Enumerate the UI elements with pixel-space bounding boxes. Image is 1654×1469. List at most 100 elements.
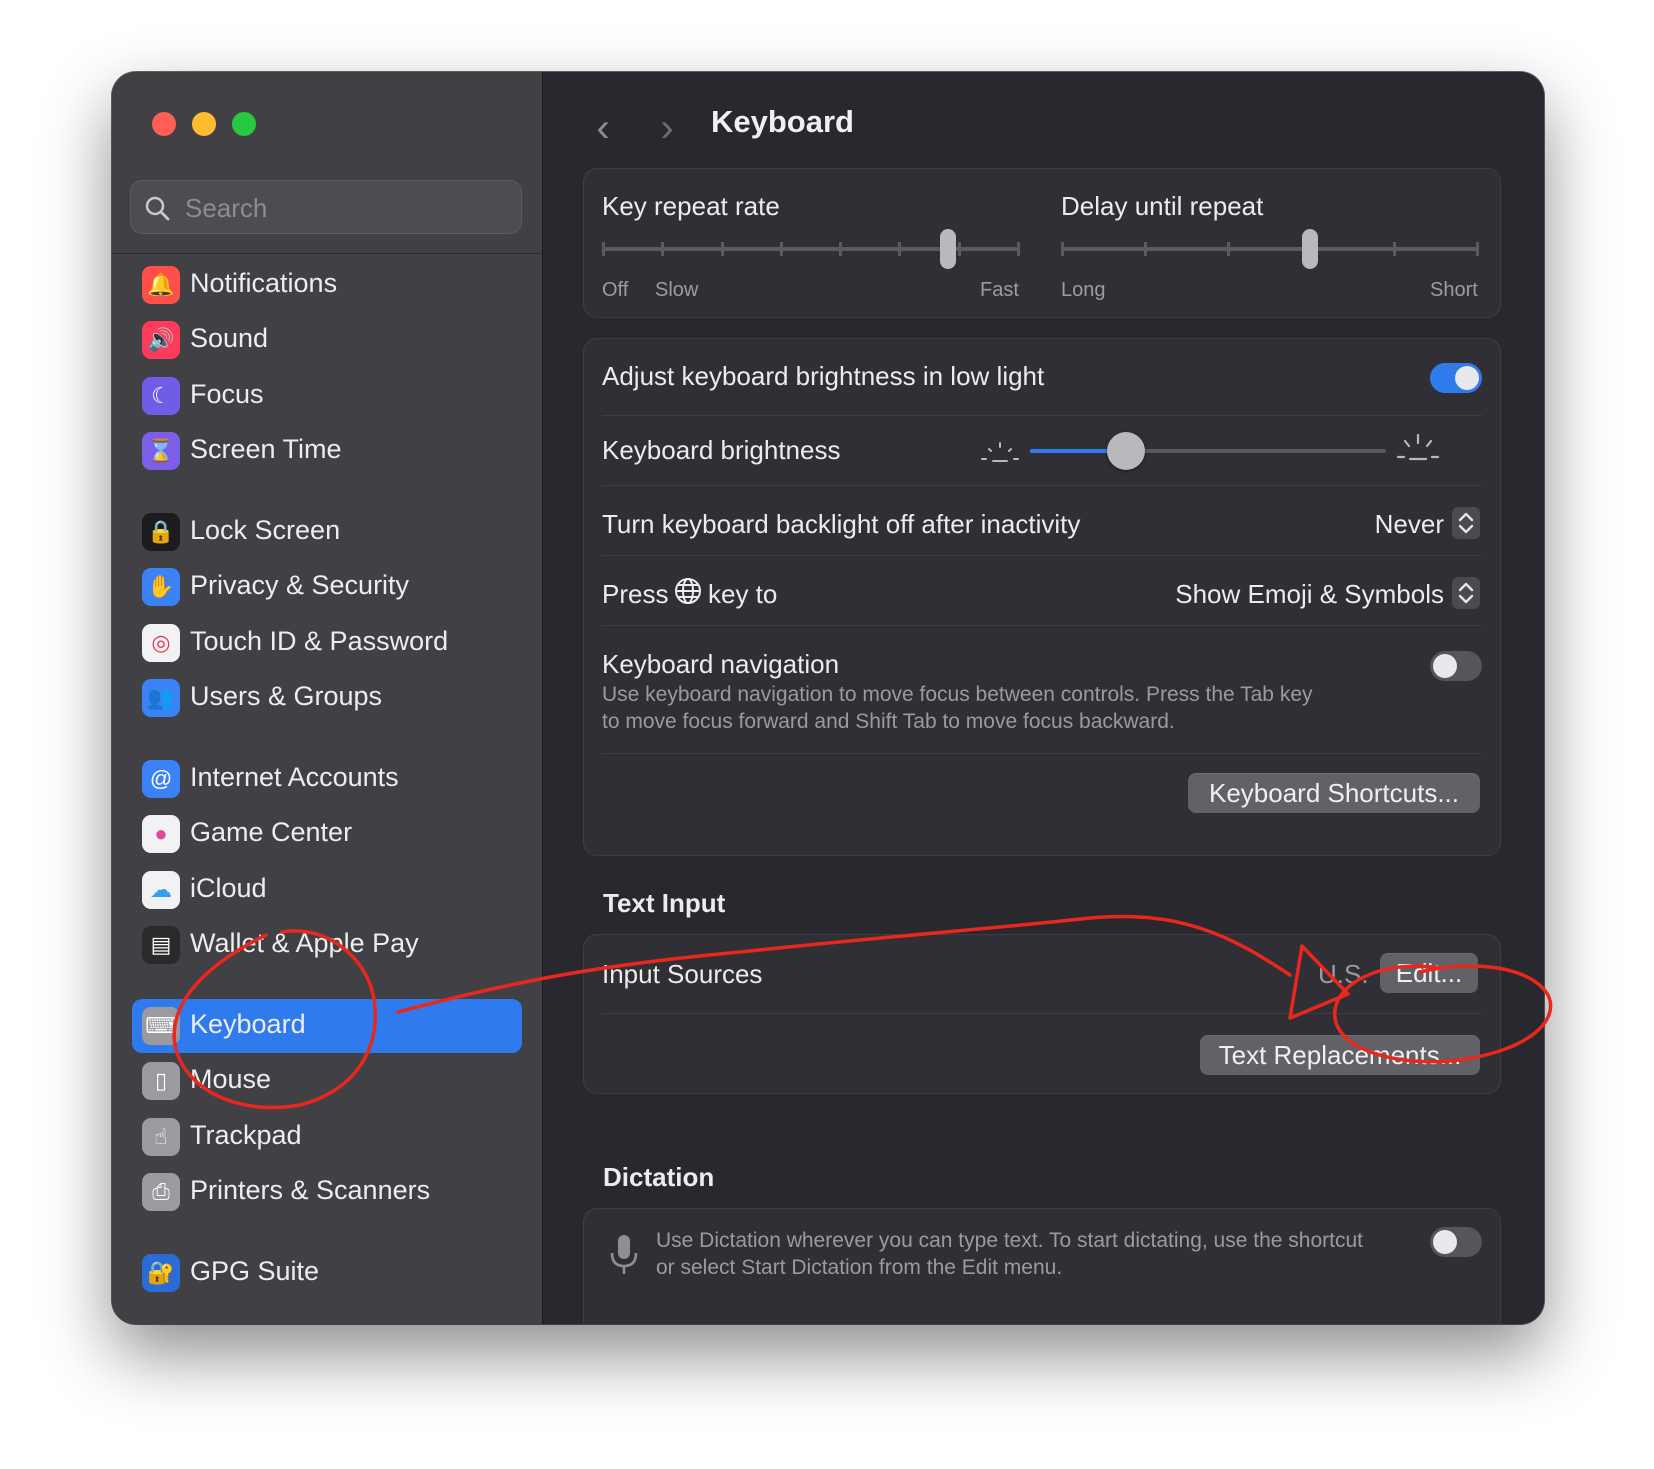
game-center-icon: ● <box>142 815 180 853</box>
press-globe-label-start: Press <box>602 579 669 609</box>
slider-thumb[interactable] <box>939 229 956 269</box>
sidebar-item-printers-scanners[interactable]: ⎙ Printers & Scanners <box>132 1165 522 1219</box>
sidebar-item-label: Sound <box>190 323 269 353</box>
keyboard-navigation-toggle[interactable] <box>1430 651 1482 681</box>
close-window-button[interactable] <box>152 112 176 136</box>
sidebar-item-lock-screen[interactable]: 🔒 Lock Screen <box>132 505 522 559</box>
row-divider <box>602 485 1482 486</box>
users-icon: 👥 <box>142 679 180 717</box>
dictation-toggle[interactable] <box>1430 1227 1482 1257</box>
microphone-icon <box>610 1235 638 1274</box>
search-field[interactable] <box>130 180 522 234</box>
key-repeat-rate-slider[interactable] <box>602 229 1020 273</box>
keyboard-shortcuts-button[interactable]: Keyboard Shortcuts... <box>1188 773 1480 813</box>
text-input-section-title: Text Input <box>603 888 726 918</box>
sidebar-item-privacy-security[interactable]: ✋ Privacy & Security <box>132 560 522 614</box>
sidebar-item-gpg-suite[interactable]: 🔐 GPG Suite <box>132 1246 522 1300</box>
back-button[interactable]: ‹ <box>583 108 623 148</box>
zoom-window-button[interactable] <box>232 112 256 136</box>
sidebar-item-label: Trackpad <box>190 1120 302 1150</box>
keyboard-navigation-desc-1: Use keyboard navigation to move focus be… <box>602 683 1313 706</box>
lock-icon: 🔒 <box>142 513 180 551</box>
delay-until-repeat-label: Delay until repeat <box>1061 191 1264 221</box>
sidebar-item-trackpad[interactable]: ☝ Trackpad <box>132 1110 522 1164</box>
slider-tick <box>1144 242 1147 256</box>
sidebar-item-focus[interactable]: ☾ Focus <box>132 369 522 423</box>
row-divider <box>602 1013 1482 1014</box>
delay-until-repeat-slider[interactable] <box>1061 229 1479 273</box>
sidebar-item-icloud[interactable]: ☁ iCloud <box>132 863 522 917</box>
slider-tick <box>1393 242 1396 256</box>
sidebar-item-sound[interactable]: 🔊 Sound <box>132 313 522 367</box>
backlight-off-popup[interactable]: Never <box>1375 509 1444 540</box>
input-sources-label: Input Sources <box>602 959 763 989</box>
sidebar-item-screen-time[interactable]: ⌛ Screen Time <box>132 424 522 478</box>
forward-button[interactable]: › <box>647 108 687 148</box>
page-title: Keyboard <box>711 104 854 139</box>
printer-icon: ⎙ <box>142 1173 180 1211</box>
row-divider <box>602 415 1482 416</box>
sidebar-item-label: iCloud <box>190 873 267 903</box>
slider-tick <box>1017 242 1020 256</box>
hourglass-icon: ⌛ <box>142 432 180 470</box>
slider-tick <box>661 242 665 256</box>
sidebar-item-label: Keyboard <box>190 1009 306 1039</box>
sidebar-item-mouse[interactable]: ▯ Mouse <box>132 1054 522 1108</box>
sidebar-item-label: Wallet & Apple Pay <box>190 928 419 958</box>
backlight-off-stepper[interactable] <box>1452 507 1480 539</box>
sidebar-item-users-groups[interactable]: 👥 Users & Groups <box>132 671 522 725</box>
adjust-brightness-label: Adjust keyboard brightness in low light <box>602 361 1045 391</box>
slider-tick <box>1476 242 1479 256</box>
sidebar-item-label: Printers & Scanners <box>190 1175 431 1205</box>
sidebar-divider <box>112 253 542 254</box>
dictation-section-title: Dictation <box>603 1162 715 1192</box>
keyboard-brightness-label: Keyboard brightness <box>602 435 841 465</box>
globe-key-popup[interactable]: Show Emoji & Symbols <box>1175 579 1444 610</box>
wallet-icon: ▤ <box>142 926 180 964</box>
settings-window: 🔔 Notifications 🔊 Sound ☾ Focus ⌛ Screen Time 🔒 L… <box>112 72 1544 1324</box>
input-sources-edit-button[interactable]: Edit... <box>1380 953 1478 993</box>
sidebar-item-notifications[interactable]: 🔔 Notifications <box>132 258 522 312</box>
sidebar-item-label: Game Center <box>190 817 353 847</box>
keyboard-icon: ⌨ <box>142 1007 180 1045</box>
row-divider <box>602 753 1482 754</box>
sidebar-item-touch-id-password[interactable]: ◎ Touch ID & Password <box>132 616 522 670</box>
sidebar-item-game-center[interactable]: ● Game Center <box>132 807 522 861</box>
slider-tick <box>1061 242 1064 256</box>
sidebar-item-internet-accounts[interactable]: @ Internet Accounts <box>132 752 522 806</box>
sidebar-item-label: Notifications <box>190 268 338 298</box>
sidebar-item-keyboard[interactable]: ⌨ Keyboard <box>132 999 522 1053</box>
dictation-desc-2: or select Start Dictation from the Edit … <box>656 1256 1063 1279</box>
slider-thumb[interactable] <box>1302 229 1319 269</box>
sidebar-item-label: GPG Suite <box>190 1256 320 1286</box>
sidebar-item-label: Lock Screen <box>190 515 341 545</box>
dictation-desc-1: Use Dictation wherever you can type text… <box>656 1229 1363 1252</box>
main-pane: ‹ › Keyboard Key repeat rate Delay until… <box>543 72 1544 1324</box>
sidebar-item-label: Touch ID & Password <box>190 626 449 656</box>
sidebar-item-label: Mouse <box>190 1064 272 1094</box>
mouse-icon: ▯ <box>142 1062 180 1100</box>
delay-long-label: Long <box>1061 279 1106 301</box>
row-divider <box>602 555 1482 556</box>
keyboard-brightness-slider[interactable] <box>1030 429 1386 473</box>
sidebar: 🔔 Notifications 🔊 Sound ☾ Focus ⌛ Screen Time 🔒 L… <box>112 72 543 1324</box>
sidebar-item-label: Focus <box>190 379 264 409</box>
delay-short-label: Short <box>1430 279 1478 301</box>
text-replacements-button[interactable]: Text Replacements... <box>1200 1035 1480 1075</box>
repeat-fast-label: Fast <box>980 279 1019 301</box>
minimize-window-button[interactable] <box>192 112 216 136</box>
keyboard-options-card: Adjust keyboard brightness in low light … <box>583 338 1501 856</box>
sidebar-item-label: Privacy & Security <box>190 570 410 600</box>
repeat-slow-label: Slow <box>655 279 699 301</box>
keyboard-navigation-desc-2: to move focus forward and Shift Tab to m… <box>602 710 1175 733</box>
sidebar-item-wallet-apple-pay[interactable]: ▤ Wallet & Apple Pay <box>132 918 522 972</box>
adjust-brightness-toggle[interactable] <box>1430 363 1482 393</box>
key-repeat-rate-label: Key repeat rate <box>602 191 780 221</box>
gpg-lock-icon: 🔐 <box>142 1254 180 1292</box>
bell-icon: 🔔 <box>142 266 180 304</box>
search-input[interactable] <box>183 189 507 227</box>
sidebar-item-label: Users & Groups <box>190 681 383 711</box>
up-down-chevron-icon <box>1458 582 1474 604</box>
cloud-icon: ☁ <box>142 871 180 909</box>
globe-key-stepper[interactable] <box>1452 577 1480 609</box>
